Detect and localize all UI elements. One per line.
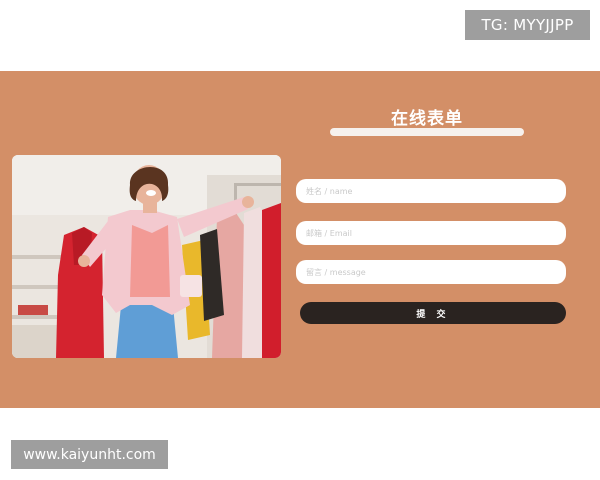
url-watermark: www.kaiyunht.com: [11, 440, 168, 469]
email-field[interactable]: [296, 221, 566, 245]
tg-watermark: TG: MYYJJPP: [465, 10, 590, 40]
message-field[interactable]: [296, 260, 566, 284]
photo-illustration: [12, 155, 281, 358]
title-underline: [330, 128, 524, 136]
form-title: 在线表单: [391, 108, 463, 129]
page: TG: MYYJJPP 在线表单 姓名 / name 邮箱 / Email 留言…: [0, 0, 600, 480]
name-field[interactable]: [296, 179, 566, 203]
submit-button[interactable]: 提 交: [300, 302, 566, 324]
shopping-woman-photo: [12, 155, 281, 358]
